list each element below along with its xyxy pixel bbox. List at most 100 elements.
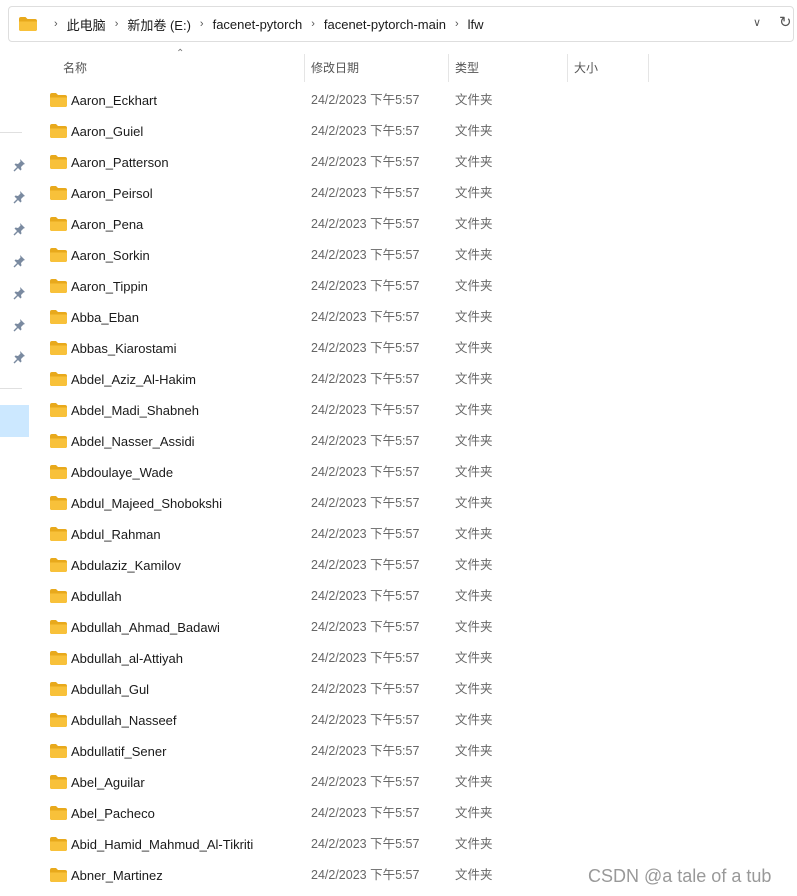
chevron-right-icon[interactable]: › [115, 18, 119, 30]
file-type: 文件夹 [455, 465, 493, 479]
folder-icon [50, 93, 67, 107]
file-type: 文件夹 [455, 682, 493, 696]
pin-icon[interactable] [12, 190, 26, 204]
pin-icon[interactable] [12, 350, 26, 364]
file-modified: 24/2/2023 下午5:57 [311, 651, 420, 665]
nav-divider [0, 388, 22, 389]
breadcrumb-item[interactable]: facenet-pytorch [213, 17, 303, 32]
file-name: Aaron_Pena [71, 217, 144, 232]
column-header-type[interactable]: 类型 [455, 56, 479, 80]
address-bar[interactable]: › 此电脑 › 新加卷 (E:) › facenet-pytorch › facenet-py… [8, 6, 794, 42]
file-type: 文件夹 [455, 248, 493, 262]
table-row[interactable]: Abbas_Kiarostami 24/2/2023 下午5:57 文件夹 [30, 333, 650, 364]
column-divider[interactable] [304, 54, 305, 82]
file-modified: 24/2/2023 下午5:57 [311, 558, 420, 572]
pin-icon[interactable] [12, 158, 26, 172]
file-type: 文件夹 [455, 217, 493, 231]
table-row[interactable]: Abner_Martinez 24/2/2023 下午5:57 文件夹 [30, 860, 650, 891]
column-header-size[interactable]: 大小 [574, 56, 598, 80]
table-row[interactable]: Abba_Eban 24/2/2023 下午5:57 文件夹 [30, 302, 650, 333]
file-name: Aaron_Tippin [71, 279, 148, 294]
table-row[interactable]: Aaron_Sorkin 24/2/2023 下午5:57 文件夹 [30, 240, 650, 271]
folder-icon [50, 682, 67, 696]
folder-icon [50, 496, 67, 510]
folder-icon [50, 341, 67, 355]
file-modified: 24/2/2023 下午5:57 [311, 589, 420, 603]
file-name: Aaron_Sorkin [71, 248, 150, 263]
table-row[interactable]: Abdul_Majeed_Shobokshi 24/2/2023 下午5:57 文件… [30, 488, 650, 519]
chevron-right-icon[interactable]: › [54, 18, 58, 30]
folder-icon [50, 868, 67, 882]
file-modified: 24/2/2023 下午5:57 [311, 620, 420, 634]
table-row[interactable]: Abel_Pacheco 24/2/2023 下午5:57 文件夹 [30, 798, 650, 829]
table-row[interactable]: Aaron_Patterson 24/2/2023 下午5:57 文件夹 [30, 147, 650, 178]
file-type: 文件夹 [455, 124, 493, 138]
table-row[interactable]: Abdullah_Nasseef 24/2/2023 下午5:57 文件夹 [30, 705, 650, 736]
folder-icon [50, 620, 67, 634]
folder-icon [50, 403, 67, 417]
file-name: Abdullah_al-Attiyah [71, 651, 184, 666]
file-name: Abdel_Nasser_Assidi [71, 434, 195, 449]
folder-icon [50, 434, 67, 448]
file-name: Abdel_Aziz_Al-Hakim [71, 372, 196, 387]
file-type: 文件夹 [455, 589, 493, 603]
column-header-name[interactable]: 名称 [63, 56, 87, 80]
table-row[interactable]: Abel_Aguilar 24/2/2023 下午5:57 文件夹 [30, 767, 650, 798]
table-row[interactable]: Abdul_Rahman 24/2/2023 下午5:57 文件夹 [30, 519, 650, 550]
breadcrumb-item[interactable]: 此电脑 [67, 15, 106, 34]
file-modified: 24/2/2023 下午5:57 [311, 372, 420, 386]
chevron-right-icon[interactable]: › [455, 18, 459, 30]
chevron-down-icon[interactable]: ∨ [753, 16, 761, 29]
refresh-icon[interactable]: ↻ [779, 13, 792, 31]
table-row[interactable]: Abdulaziz_Kamilov 24/2/2023 下午5:57 文件夹 [30, 550, 650, 581]
file-name: Abdel_Madi_Shabneh [71, 403, 199, 418]
breadcrumb-item[interactable]: lfw [468, 17, 484, 32]
file-name: Abdullah_Gul [71, 682, 150, 697]
folder-icon [50, 806, 67, 820]
table-row[interactable]: Abdel_Madi_Shabneh 24/2/2023 下午5:57 文件夹 [30, 395, 650, 426]
table-row[interactable]: Abdel_Nasser_Assidi 24/2/2023 下午5:57 文件夹 [30, 426, 650, 457]
file-name: Aaron_Guiel [71, 124, 144, 139]
file-name: Abdullatif_Sener [71, 744, 167, 759]
table-row[interactable]: Abdoulaye_Wade 24/2/2023 下午5:57 文件夹 [30, 457, 650, 488]
folder-icon [50, 837, 67, 851]
table-row[interactable]: Aaron_Pena 24/2/2023 下午5:57 文件夹 [30, 209, 650, 240]
table-row[interactable]: Abdel_Aziz_Al-Hakim 24/2/2023 下午5:57 文件夹 [30, 364, 650, 395]
pin-icon[interactable] [12, 318, 26, 332]
table-row[interactable]: Aaron_Eckhart 24/2/2023 下午5:57 文件夹 [30, 85, 650, 116]
file-modified: 24/2/2023 下午5:57 [311, 806, 420, 820]
file-type: 文件夹 [455, 434, 493, 448]
file-modified: 24/2/2023 下午5:57 [311, 527, 420, 541]
file-type: 文件夹 [455, 558, 493, 572]
table-row[interactable]: Abdullatif_Sener 24/2/2023 下午5:57 文件夹 [30, 736, 650, 767]
watermark: CSDN @a tale of a tub [588, 866, 772, 886]
file-modified: 24/2/2023 下午5:57 [311, 186, 420, 200]
table-row[interactable]: Abdullah_Ahmad_Badawi 24/2/2023 下午5:57 文件夹 [30, 612, 650, 643]
table-row[interactable]: Abid_Hamid_Mahmud_Al-Tikriti 24/2/2023 下午… [30, 829, 650, 860]
table-row[interactable]: Abdullah_Gul 24/2/2023 下午5:57 文件夹 [30, 674, 650, 705]
table-row[interactable]: Aaron_Guiel 24/2/2023 下午5:57 文件夹 [30, 116, 650, 147]
nav-selected-item[interactable] [0, 405, 29, 437]
chevron-right-icon[interactable]: › [311, 18, 315, 30]
table-row[interactable]: Aaron_Peirsol 24/2/2023 下午5:57 文件夹 [30, 178, 650, 209]
table-row[interactable]: Aaron_Tippin 24/2/2023 下午5:57 文件夹 [30, 271, 650, 302]
table-row[interactable]: Abdullah 24/2/2023 下午5:57 文件夹 [30, 581, 650, 612]
folder-icon [50, 124, 67, 138]
file-modified: 24/2/2023 下午5:57 [311, 465, 420, 479]
file-name: Abdoulaye_Wade [71, 465, 174, 480]
pin-icon[interactable] [12, 254, 26, 268]
column-header-modified[interactable]: 修改日期 [311, 56, 359, 80]
column-divider[interactable] [448, 54, 449, 82]
breadcrumb-item[interactable]: facenet-pytorch-main [324, 17, 446, 32]
pin-icon[interactable] [12, 286, 26, 300]
file-modified: 24/2/2023 下午5:57 [311, 93, 420, 107]
column-divider[interactable] [567, 54, 568, 82]
breadcrumb-item[interactable]: 新加卷 (E:) [127, 15, 191, 34]
chevron-right-icon[interactable]: › [200, 18, 204, 30]
table-row[interactable]: Abdullah_al-Attiyah 24/2/2023 下午5:57 文件夹 [30, 643, 650, 674]
folder-icon [50, 155, 67, 169]
pin-icon[interactable] [12, 222, 26, 236]
file-name: Abel_Aguilar [71, 775, 145, 790]
column-divider[interactable] [648, 54, 649, 82]
file-modified: 24/2/2023 下午5:57 [311, 341, 420, 355]
